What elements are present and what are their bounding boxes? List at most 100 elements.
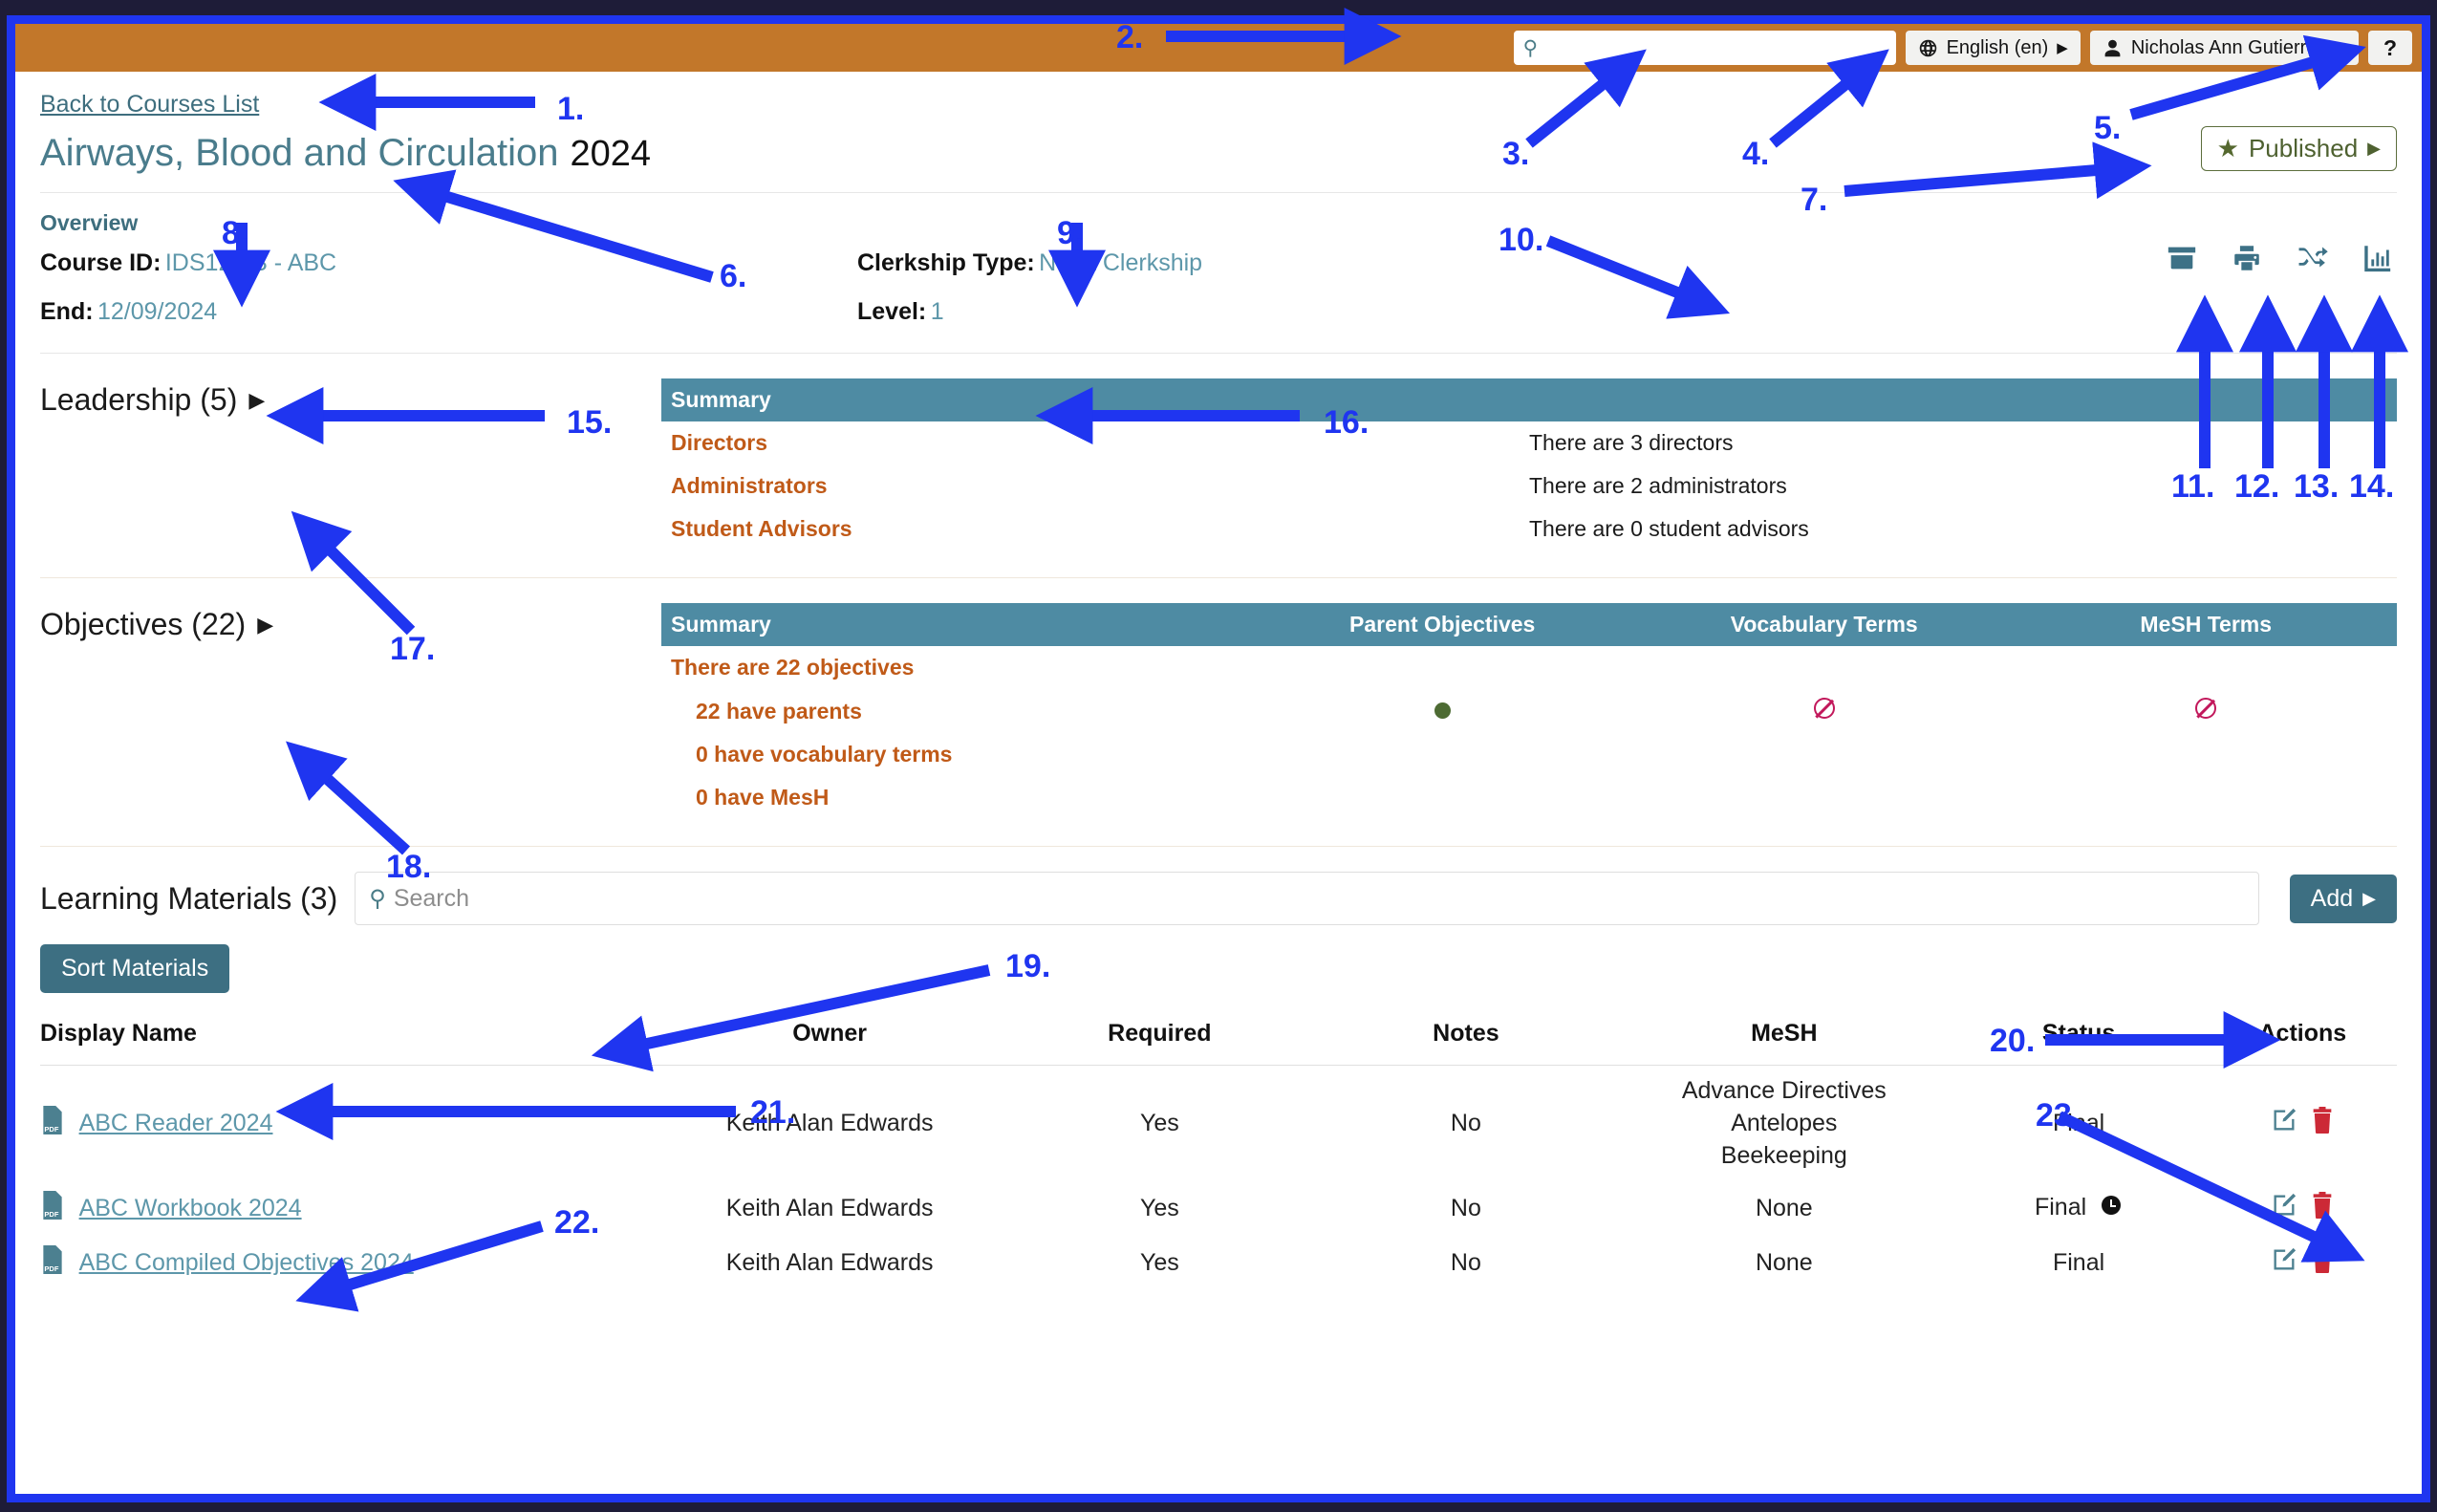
chevron-right-icon: ▶ [2335, 40, 2346, 56]
detail-label: End: [40, 298, 94, 325]
objectives-mesh-cell [2015, 776, 2397, 819]
objectives-parent-cell [1251, 733, 1633, 776]
material-required: Yes [1139, 1195, 1179, 1222]
search-icon: ⚲ [369, 885, 386, 912]
table-row: 0 have MesH [661, 776, 2397, 819]
publication-status-label: Published [2248, 134, 2359, 162]
mesh-term: None [1755, 1248, 1813, 1276]
objectives-row-label[interactable]: There are 22 objectives [661, 646, 1251, 689]
objectives-parent-cell [1251, 776, 1633, 819]
globe-icon [1918, 38, 1938, 58]
leadership-row-label[interactable]: Administrators [661, 464, 1529, 508]
column-header-parent-objectives: Parent Objectives [1251, 603, 1633, 646]
global-search-input[interactable] [1537, 37, 1887, 58]
column-header-status[interactable]: Status [1949, 1010, 2209, 1066]
edit-icon[interactable] [2271, 1107, 2297, 1140]
material-notes: No [1450, 1195, 1481, 1222]
leadership-row-text: There are 3 directors [1529, 430, 1734, 455]
objectives-vocab-cell [1633, 646, 2016, 689]
learning-materials-search-input[interactable] [393, 884, 2245, 913]
objectives-summary-table: Summary Parent Objectives Vocabulary Ter… [661, 603, 2397, 819]
material-link[interactable]: ABC Compiled Objectives 2024 [79, 1249, 414, 1276]
table-row: Directors There are 3 directors [661, 421, 2397, 464]
course-year: 2024 [570, 134, 652, 174]
course-detail-grid: Course ID: IDS121 B - ABC Clerkship Type… [40, 246, 2397, 354]
objectives-section: Objectives (22) ▶ Summary Parent Objecti… [40, 578, 2397, 847]
column-header-vocabulary-terms: Vocabulary Terms [1632, 603, 2016, 646]
objectives-row-label[interactable]: 22 have parents [661, 689, 1251, 733]
objectives-row-label[interactable]: 0 have vocabulary terms [661, 733, 1251, 776]
top-navigation-bar: ⚲ English (en) ▶ Nicholas Ann Gutierrez … [15, 24, 2422, 72]
detail-value[interactable]: 12/09/2024 [97, 298, 217, 325]
course-action-icons [2166, 242, 2393, 279]
detail-label: Level: [857, 298, 927, 325]
material-status: Final [1949, 1181, 2208, 1236]
rollover-icon[interactable] [2296, 242, 2328, 279]
column-header-owner[interactable]: Owner [653, 1010, 1007, 1066]
delete-icon[interactable] [2311, 1107, 2334, 1140]
print-icon[interactable] [2231, 242, 2263, 279]
column-header-mesh[interactable]: MeSH [1619, 1010, 1950, 1066]
material-link[interactable]: ABC Workbook 2024 [79, 1195, 302, 1221]
detail-end: End: 12/09/2024 [40, 298, 857, 326]
objectives-title: Objectives (22) [40, 607, 247, 641]
column-header-summary: Summary [661, 603, 1252, 646]
user-menu[interactable]: Nicholas Ann Gutierrez ▶ [2089, 31, 2359, 65]
edit-icon[interactable] [2271, 1192, 2297, 1225]
page-title: Airways, Blood and Circulation [40, 132, 559, 174]
column-header-summary: Summary [661, 378, 1529, 421]
column-header-mesh-terms: MeSH Terms [2015, 603, 2397, 646]
detail-value[interactable]: Not a Clerkship [1039, 249, 1202, 276]
leadership-toggle[interactable]: Leadership (5) ▶ [40, 378, 661, 551]
material-status-label: Final [2052, 1249, 2105, 1277]
star-icon: ★ [2216, 134, 2239, 162]
material-owner: Keith Alan Edwards [725, 1249, 934, 1277]
global-search[interactable]: ⚲ [1513, 31, 1896, 65]
material-required: Yes [1139, 1249, 1179, 1277]
objectives-toggle[interactable]: Objectives (22) ▶ [40, 603, 661, 819]
learning-materials-header: Learning Materials (3) ⚲ Add ▶ [40, 847, 2397, 937]
edit-icon[interactable] [2271, 1246, 2297, 1280]
mesh-term: Beekeeping [1720, 1141, 1847, 1169]
column-header-notes[interactable]: Notes [1312, 1010, 1620, 1066]
detail-label: Clerkship Type: [857, 249, 1035, 276]
sort-materials-label: Sort Materials [61, 955, 209, 982]
delete-icon[interactable] [2311, 1192, 2334, 1225]
leadership-row-label[interactable]: Directors [661, 421, 1529, 464]
sort-materials-button[interactable]: Sort Materials [40, 944, 230, 993]
leadership-summary-table: Summary Directors There are 3 directors … [661, 378, 2397, 551]
detail-level: Level: 1 [857, 298, 1650, 326]
user-name-label: Nicholas Ann Gutierrez [2130, 36, 2327, 58]
chevron-right-icon: ▶ [2362, 888, 2376, 908]
learning-materials-search[interactable]: ⚲ [355, 872, 2259, 925]
material-status-label: Final [2034, 1194, 2087, 1221]
table-row: PDF ABC Reader 2024 Keith Alan Edwards Y… [40, 1066, 2397, 1182]
delete-icon[interactable] [2311, 1246, 2334, 1280]
material-name-cell: PDF ABC Reader 2024 [40, 1066, 653, 1182]
material-owner: Keith Alan Edwards [725, 1110, 934, 1137]
leadership-section: Leadership (5) ▶ Summary Directors There… [40, 354, 2397, 578]
column-header-display-name[interactable]: Display Name [40, 1010, 654, 1066]
detail-value[interactable]: 1 [931, 298, 944, 325]
material-mesh: None [1619, 1236, 1949, 1290]
leadership-row-label[interactable]: Student Advisors [661, 508, 1529, 551]
archive-icon[interactable] [2166, 242, 2198, 279]
leadership-summary: Summary Directors There are 3 directors … [661, 378, 2397, 551]
add-material-button[interactable]: Add ▶ [2289, 874, 2397, 923]
chevron-right-icon: ▶ [248, 388, 266, 412]
language-selector[interactable]: English (en) ▶ [1905, 31, 2081, 65]
detail-label: Course ID: [40, 249, 162, 276]
back-to-courses-link[interactable]: Back to Courses List [40, 91, 259, 119]
table-row: 22 have parents [661, 689, 2397, 733]
publication-status-badge[interactable]: ★ Published ▶ [2200, 126, 2397, 171]
column-header-required[interactable]: Required [1006, 1010, 1313, 1066]
detail-course-id: Course ID: IDS121 B - ABC [40, 249, 857, 277]
objectives-row-label[interactable]: 0 have MesH [661, 776, 1251, 819]
reports-icon[interactable] [2361, 242, 2393, 279]
objectives-mesh-cell [2015, 733, 2397, 776]
objectives-vocab-cell [1633, 733, 2016, 776]
help-button[interactable]: ? [2367, 31, 2412, 65]
detail-value[interactable]: IDS121 B - ABC [165, 249, 336, 276]
material-owner: Keith Alan Edwards [725, 1195, 934, 1222]
material-link[interactable]: ABC Reader 2024 [79, 1110, 273, 1136]
